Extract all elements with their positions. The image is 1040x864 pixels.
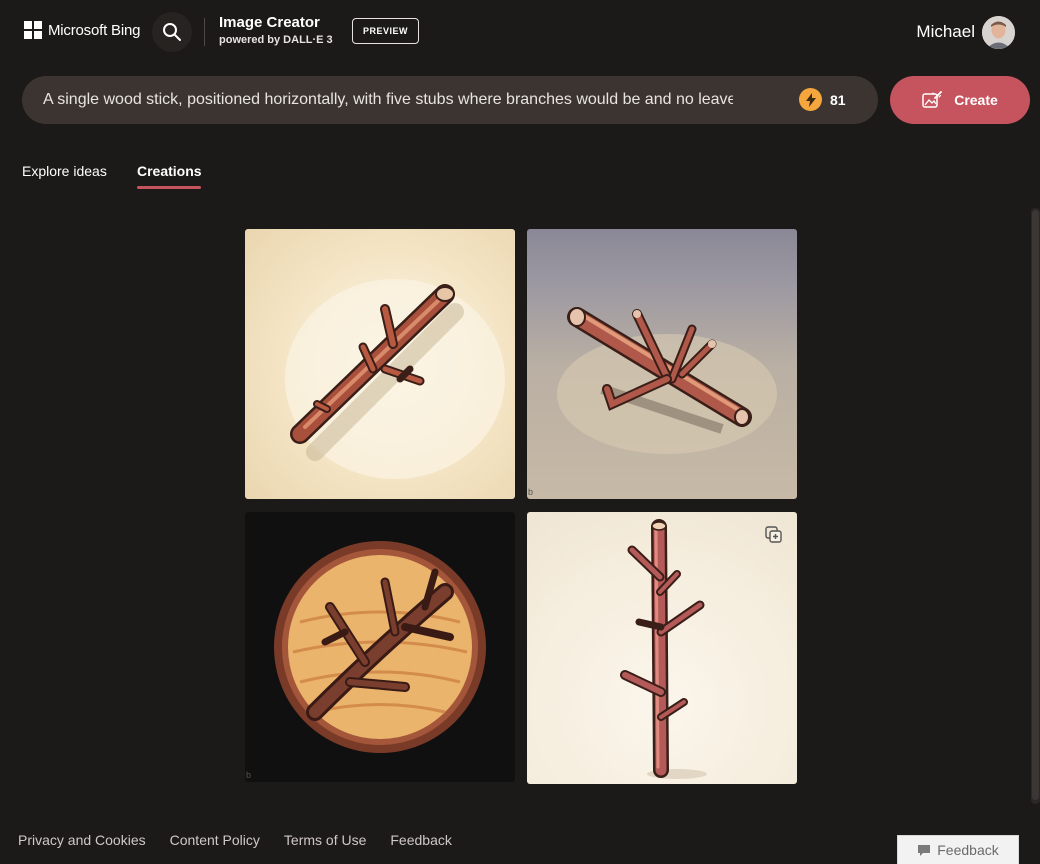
product-subtitle: powered by DALL·E 3	[219, 34, 333, 46]
diagonal-stick-image	[285, 279, 505, 479]
stick-on-ground-image	[557, 307, 777, 454]
generated-image-2[interactable]: b	[527, 229, 797, 499]
vertical-stick-image	[620, 519, 707, 779]
generated-image-4[interactable]	[527, 512, 797, 784]
footer-link-privacy[interactable]: Privacy and Cookies	[18, 832, 146, 848]
watermark-icon: b	[528, 487, 534, 497]
footer-link-terms[interactable]: Terms of Use	[284, 832, 366, 848]
copy-collection-icon[interactable]	[765, 526, 783, 544]
microsoft-logo-icon	[24, 21, 42, 39]
tab-creations[interactable]: Creations	[137, 163, 202, 179]
tab-explore-ideas[interactable]: Explore ideas	[22, 163, 107, 179]
lightning-icon	[805, 92, 816, 107]
create-button[interactable]: Create	[890, 76, 1030, 124]
feedback-icon	[918, 844, 931, 856]
feedback-button[interactable]: Feedback	[897, 835, 1019, 864]
preview-badge: PREVIEW	[352, 18, 419, 44]
product-title: Image Creator	[219, 14, 320, 31]
search-button[interactable]	[152, 12, 192, 52]
round-emblem-branch-image	[274, 541, 486, 753]
user-name[interactable]: Michael	[916, 22, 975, 42]
footer-link-content-policy[interactable]: Content Policy	[170, 832, 260, 848]
search-icon	[163, 23, 181, 41]
boost-icon[interactable]	[799, 88, 822, 111]
feedback-button-label: Feedback	[937, 842, 999, 858]
create-button-label: Create	[954, 92, 998, 108]
footer: Privacy and Cookies Content Policy Terms…	[18, 832, 476, 848]
header-divider	[204, 18, 205, 46]
image-create-icon	[922, 91, 943, 108]
scrollbar-thumb[interactable]	[1032, 210, 1039, 800]
product-title-link[interactable]: Image Creator powered by DALL·E 3	[219, 14, 333, 46]
header: Microsoft Bing Image Creator powered by …	[0, 0, 1040, 64]
generated-image-3[interactable]: b	[245, 512, 515, 782]
user-avatar-icon	[982, 16, 1015, 49]
prompt-bar: A single wood stick, positioned horizont…	[22, 76, 878, 124]
boost-count: 81	[830, 92, 846, 108]
brand-name: Microsoft Bing	[48, 21, 141, 39]
avatar[interactable]	[982, 16, 1015, 49]
footer-link-feedback[interactable]: Feedback	[390, 832, 451, 848]
prompt-input[interactable]: A single wood stick, positioned horizont…	[43, 91, 733, 109]
generated-image-1[interactable]	[245, 229, 515, 499]
watermark-icon: b	[246, 770, 252, 780]
microsoft-bing-logo-link[interactable]: Microsoft Bing	[24, 21, 140, 39]
active-tab-indicator	[137, 186, 201, 189]
